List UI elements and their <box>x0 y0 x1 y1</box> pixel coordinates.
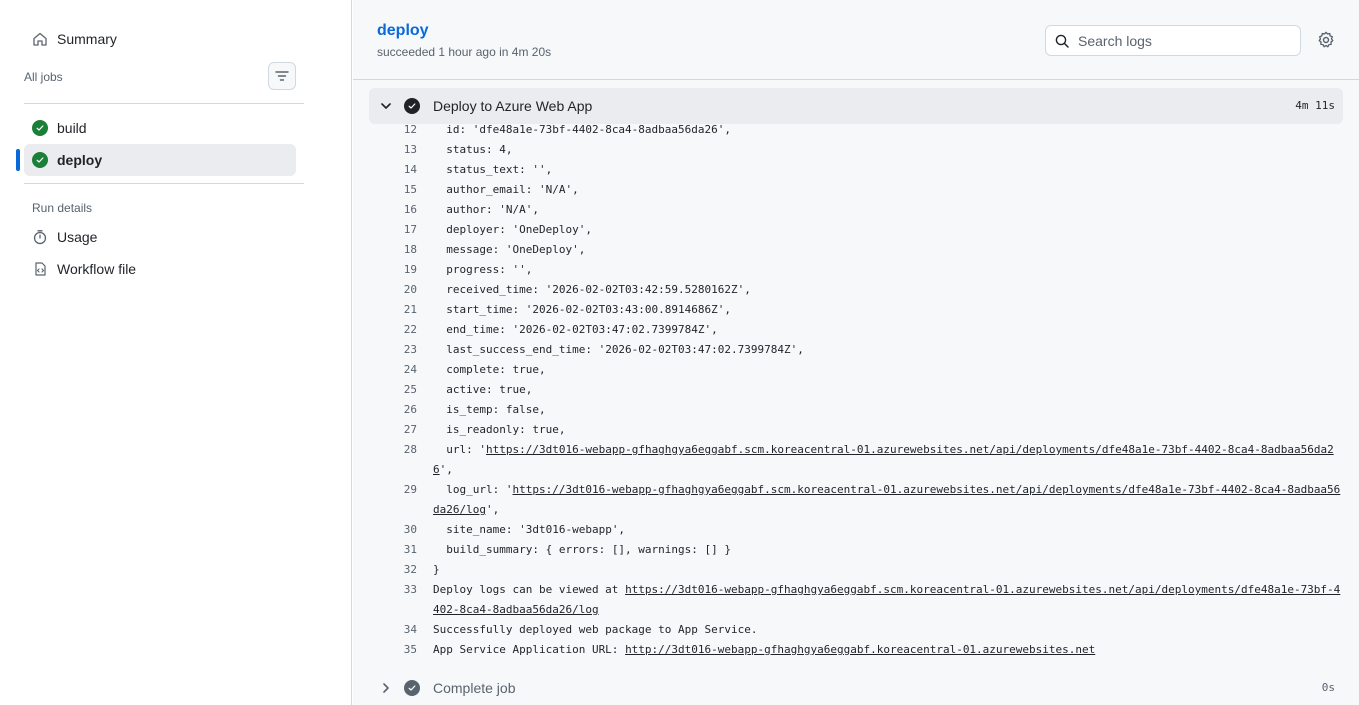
log-text-prefix: Deploy logs can be viewed at <box>433 583 626 596</box>
line-number[interactable]: 30 <box>369 520 417 540</box>
log-text: deployer: 'OneDeploy', <box>433 223 592 236</box>
line-number[interactable]: 23 <box>369 340 417 360</box>
log-text: is_readonly: true, <box>433 423 566 436</box>
check-circle-icon <box>404 680 420 696</box>
job-item-deploy[interactable]: deploy <box>24 144 296 176</box>
line-number[interactable]: 33 <box>369 580 417 600</box>
line-number[interactable]: 13 <box>369 140 417 160</box>
selected-indicator <box>16 149 20 171</box>
chevron-down-icon <box>381 103 391 109</box>
log-text: last_success_end_time: '2026-02-02T03:47… <box>433 343 804 356</box>
line-number[interactable]: 17 <box>369 220 417 240</box>
log-text: progress: '', <box>433 263 533 276</box>
log-text: message: 'OneDeploy', <box>433 243 586 256</box>
job-status: succeeded 1 hour ago in 4m 20s <box>377 45 552 59</box>
log-text: site_name: '3dt016-webapp', <box>433 523 626 536</box>
line-number[interactable]: 31 <box>369 540 417 560</box>
log-text: App Service Application URL: http://3dt0… <box>433 640 1343 660</box>
check-circle-icon <box>404 98 420 114</box>
search-icon <box>1055 34 1069 48</box>
line-number[interactable]: 22 <box>369 320 417 340</box>
line-number[interactable]: 20 <box>369 280 417 300</box>
log-text: start_time: '2026-02-02T03:43:00.8914686… <box>433 303 732 316</box>
log-text-suffix: ', <box>485 503 500 516</box>
log-text: author_email: 'N/A', <box>433 183 579 196</box>
filter-icon <box>275 71 289 81</box>
step-header-complete-job[interactable]: Complete job 0s <box>369 671 1343 705</box>
line-number[interactable]: 15 <box>369 180 417 200</box>
file-code-icon <box>35 262 46 276</box>
log-text: received_time: '2026-02-02T03:42:59.5280… <box>433 283 751 296</box>
log-text: url: 'https://3dt016-webapp-gfhaghgya6eg… <box>433 440 1343 480</box>
line-number[interactable]: 19 <box>369 260 417 280</box>
log-link[interactable]: http://3dt016-webapp-gfhaghgya6eggabf.ko… <box>625 643 1095 656</box>
line-number[interactable]: 35 <box>369 640 417 660</box>
success-check-icon <box>32 152 48 168</box>
line-number[interactable]: 34 <box>369 620 417 640</box>
usage-label: Usage <box>57 229 98 245</box>
stopwatch-icon <box>33 230 47 245</box>
filter-button[interactable] <box>268 62 296 90</box>
job-header: deploy succeeded 1 hour ago in 4m 20s <box>353 0 1359 80</box>
log-text: author: 'N/A', <box>433 203 539 216</box>
step-name: Complete job <box>433 680 516 696</box>
log-text: build_summary: { errors: [], warnings: [… <box>433 543 732 556</box>
sidebar: Summary All jobs build deploy Run detail… <box>0 0 352 705</box>
chevron-right-icon <box>383 683 389 693</box>
log-text: status_text: '', <box>433 163 553 176</box>
job-label-build: build <box>57 120 87 136</box>
workflow-file-link[interactable]: Workflow file <box>32 261 136 277</box>
job-label-deploy: deploy <box>57 152 103 168</box>
sidebar-divider <box>24 183 304 184</box>
line-number[interactable]: 21 <box>369 300 417 320</box>
log-text-prefix: log_url: ' <box>433 483 513 496</box>
line-number[interactable]: 24 <box>369 360 417 380</box>
log-text: id: 'dfe48a1e-73bf-4402-8ca4-8adbaa56da2… <box>433 123 732 136</box>
line-number[interactable]: 12 <box>369 120 417 140</box>
line-number[interactable]: 32 <box>369 560 417 580</box>
log-text: log_url: 'https://3dt016-webapp-gfhaghgy… <box>433 480 1343 520</box>
search-logs-input[interactable] <box>1078 32 1288 49</box>
summary-link[interactable]: Summary <box>32 31 117 47</box>
log-text-suffix: ', <box>439 463 453 476</box>
log-link[interactable]: https://3dt016-webapp-gfhaghgya6eggabf.s… <box>433 483 1340 516</box>
log-text: is_temp: false, <box>433 403 546 416</box>
log-link[interactable]: https://3dt016-webapp-gfhaghgya6eggabf.s… <box>433 443 1334 476</box>
line-number[interactable]: 29 <box>369 480 417 500</box>
log-text-prefix: url: ' <box>433 443 486 456</box>
gear-icon[interactable] <box>1317 31 1335 49</box>
job-item-build[interactable]: build <box>24 112 296 144</box>
main-panel: deploy succeeded 1 hour ago in 4m 20s De… <box>353 0 1359 705</box>
line-number[interactable]: 27 <box>369 420 417 440</box>
job-title[interactable]: deploy <box>377 22 429 40</box>
log-text: status: 4, <box>433 143 513 156</box>
run-details-heading: Run details <box>32 201 93 215</box>
success-check-icon <box>32 120 48 136</box>
line-number[interactable]: 18 <box>369 240 417 260</box>
log-text: Deploy logs can be viewed at https://3dt… <box>433 580 1343 620</box>
usage-link[interactable]: Usage <box>32 229 97 245</box>
line-number[interactable]: 26 <box>369 400 417 420</box>
workflow-file-label: Workflow file <box>57 261 137 277</box>
summary-label: Summary <box>57 31 117 47</box>
sidebar-divider <box>24 103 304 104</box>
step-duration: 4m 11s <box>1295 99 1335 112</box>
step-header-deploy-azure[interactable]: Deploy to Azure Web App 4m 11s <box>369 88 1343 124</box>
log-text-prefix: App Service Application URL: <box>433 643 626 656</box>
search-logs-box[interactable] <box>1045 25 1301 56</box>
log-text: active: true, <box>433 383 533 396</box>
step-duration: 0s <box>1321 681 1335 694</box>
line-number[interactable]: 16 <box>369 200 417 220</box>
log-text: } <box>433 563 440 576</box>
all-jobs-heading: All jobs <box>24 70 63 84</box>
log-text: Successfully deployed web package to App… <box>433 623 758 636</box>
line-number[interactable]: 25 <box>369 380 417 400</box>
log-text: complete: true, <box>433 363 546 376</box>
line-number[interactable]: 14 <box>369 160 417 180</box>
step-name: Deploy to Azure Web App <box>433 98 593 114</box>
line-number[interactable]: 28 <box>369 440 417 460</box>
log-text: end_time: '2026-02-02T03:47:02.7399784Z'… <box>433 323 718 336</box>
home-icon <box>33 32 47 46</box>
